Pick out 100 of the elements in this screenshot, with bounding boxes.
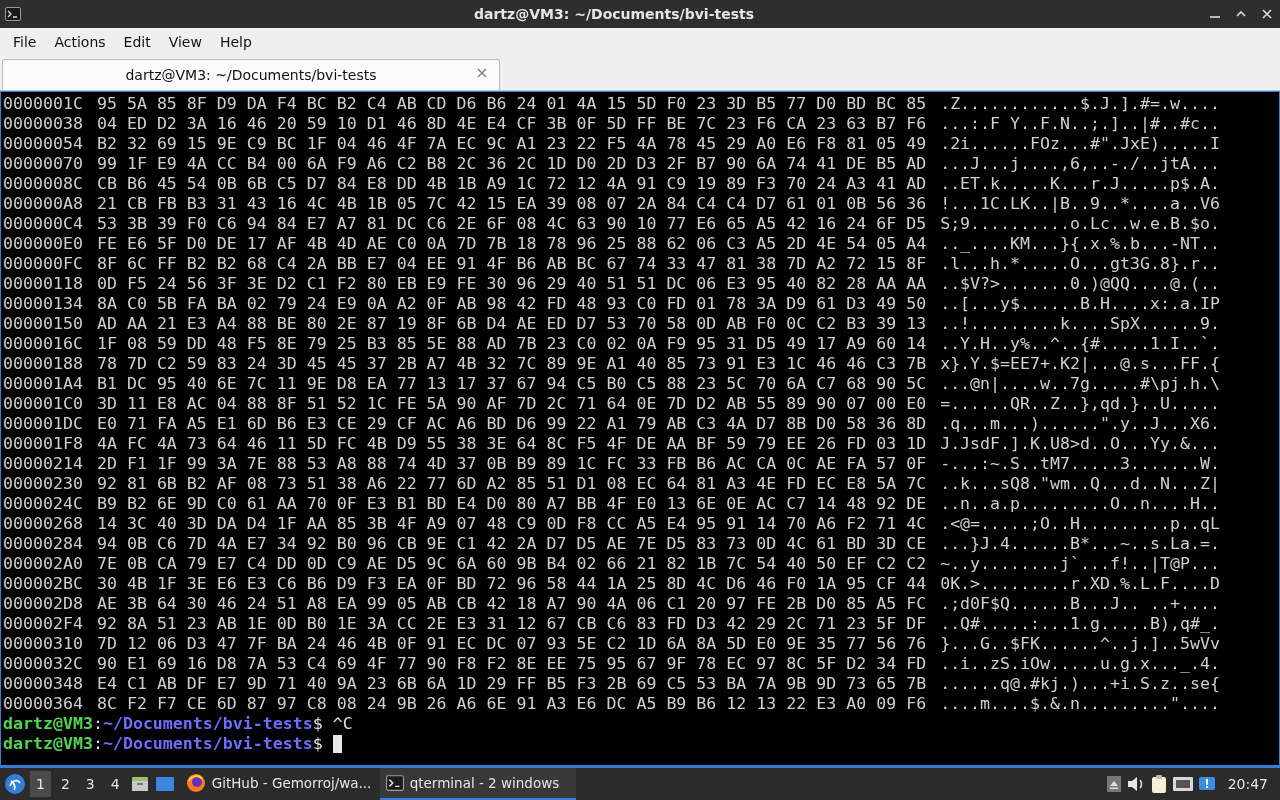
terminal-icon bbox=[385, 774, 404, 792]
prompt-user: dartz@VM3 bbox=[3, 734, 93, 754]
ascii-text: .<@=.....;O..H.........p..qL bbox=[940, 514, 1220, 534]
menu-item[interactable]: Actions bbox=[45, 34, 115, 50]
hex-offset: 00000364 bbox=[3, 694, 83, 714]
network-icon[interactable] bbox=[1171, 775, 1194, 793]
hex-bytes: 3D 11 E8 AC 04 88 8F 51 52 1C FE 5A 90 AF 7D 2C 71 64 0E 7D D2 AB 55 89 90 07 00 E0 bbox=[96, 394, 927, 414]
hex-offset: 0000008C bbox=[3, 174, 83, 194]
hex-bytes: 7E 0B CA 79 E7 C4 DD 0D C9 AE D5 9C 6A 60 9B B4 02 66 21 82 1B 7C 54 40 50 EF C2 C2 bbox=[96, 554, 927, 574]
hex-bytes: 04 ED D2 3A 16 46 20 59 10 D1 46 8D 4E E4 CF 3B 0F 5D FF BE 7C 23 F6 CA 23 63 B7 F6 bbox=[96, 114, 927, 134]
hex-offset: 000002A0 bbox=[3, 554, 83, 574]
hex-bytes: 21 CB FB B3 31 43 16 4C 4B 1B 05 7C 42 15 EA 39 08 07 2A 84 C4 C4 D7 61 01 0B 56 36 bbox=[96, 194, 927, 214]
prompt-separator: : bbox=[92, 734, 103, 754]
hex-bytes: B1 DC 95 40 6E 7C 11 9E D8 EA 77 13 17 37 67 94 C5 B0 C5 88 23 5C 70 6A C7 68 90 5C bbox=[96, 374, 927, 394]
ascii-text: ..k...sQ8."wm..Q...d..N...Z| bbox=[940, 474, 1220, 494]
ascii-text: ..ET.k.....K...r.J.....p$.A. bbox=[940, 174, 1220, 194]
ascii-text: ....m....$.&.n.........".... bbox=[940, 694, 1220, 714]
start-menu-icon[interactable] bbox=[4, 773, 26, 795]
hex-bytes: FE E6 5F D0 DE 17 AF 4B 4D AE C0 0A 7D 7B 18 78 96 25 88 62 06 C3 A5 2D 4E 54 05 A4 bbox=[96, 234, 927, 254]
ascii-text: ..[...y$......B.H....x:.a.IP bbox=[940, 294, 1220, 314]
close-icon[interactable] bbox=[1261, 8, 1273, 20]
ascii-text: ...J...j....,6,..-./..jtA... bbox=[940, 154, 1220, 174]
menu-item[interactable]: View bbox=[159, 34, 211, 50]
hex-offset: 000002BC bbox=[3, 574, 83, 594]
hex-bytes: 94 0B C6 7D 4A E7 34 92 B0 96 CB 9E C1 42 2A D7 D5 AE 7E D5 83 73 0D 4C 61 BD 3D CE bbox=[96, 534, 927, 554]
hex-offset: 00000134 bbox=[3, 294, 83, 314]
prompt-symbol: $ bbox=[312, 734, 323, 754]
ascii-text: =......QR..Z..},qd.}..U..... bbox=[940, 394, 1220, 414]
ascii-text: ..Y.H..y%..^..{#.....1.I..`. bbox=[940, 334, 1220, 354]
hex-bytes: 92 81 6B B2 AF 08 73 51 38 A6 22 77 6D A2 85 51 D1 08 EC 64 81 A3 4E FD EC E8 5A 7C bbox=[96, 474, 927, 494]
clock[interactable]: 20:47 bbox=[1227, 776, 1268, 792]
file-manager-icon[interactable] bbox=[129, 774, 150, 794]
hex-bytes: 78 7D C2 59 83 24 3D 45 45 37 2B A7 4B 32 7C 89 9E A1 40 85 73 91 E3 1C 46 46 C3 7B bbox=[96, 354, 927, 374]
ascii-text: J.JsdF.].K.U8>d..O...Yy.&... bbox=[940, 434, 1220, 454]
terminal-icon bbox=[5, 6, 21, 22]
hex-offset: 000001A4 bbox=[3, 374, 83, 394]
ascii-text: }...G..$FK......^..j.]..5wVv bbox=[940, 634, 1220, 654]
hex-offset: 000000E0 bbox=[3, 234, 83, 254]
hex-offset: 00000268 bbox=[3, 514, 83, 534]
command-text: ^C bbox=[332, 714, 353, 734]
hex-offset: 00000038 bbox=[3, 114, 83, 134]
hex-bytes: B2 32 69 15 9E C9 BC 1F 04 46 4F 7A EC 9C A1 23 22 F5 4A 78 45 29 A0 E6 F8 81 05 49 bbox=[96, 134, 927, 154]
ascii-text: ..n..a.p.........O..n....H.. bbox=[940, 494, 1220, 514]
hex-offset: 0000024C bbox=[3, 494, 83, 514]
menu-item[interactable]: Help bbox=[210, 34, 261, 50]
ascii-text: !...1C.LK..|B..9..*....a..V6 bbox=[940, 194, 1220, 214]
ascii-text: ...:.F Y..F.N..;.]..|#..#c.. bbox=[940, 114, 1220, 134]
hex-bytes: 53 3B 39 F0 C6 94 84 E7 A7 81 DC C6 2E 6F 08 4C 63 90 10 77 E6 65 A5 42 16 24 6F D5 bbox=[96, 214, 927, 234]
menu-item[interactable]: Edit bbox=[114, 34, 160, 50]
ascii-text: .Z............$.J.].#=.w.... bbox=[940, 94, 1220, 114]
ascii-text: ......q@.#kj.)...+i.S.z..se{ bbox=[940, 674, 1220, 694]
hex-offset: 00000188 bbox=[3, 354, 83, 374]
prompt-separator: : bbox=[92, 714, 103, 734]
hex-bytes: CB B6 45 54 0B 6B C5 D7 84 E8 DD 4B 1B A9 1C 72 12 4A 91 C9 19 89 F3 70 24 A3 41 AD bbox=[96, 174, 927, 194]
desktop-icon[interactable] bbox=[153, 774, 176, 794]
hex-bytes: 2D F1 1F 99 3A 7E 88 53 A8 88 74 4D 37 0B B9 89 1C FC 33 FB B6 AC CA 0C AE FA 57 0F bbox=[96, 454, 927, 474]
hex-offset: 00000348 bbox=[3, 674, 83, 694]
hex-offset: 00000150 bbox=[3, 314, 83, 334]
hex-offset: 00000214 bbox=[3, 454, 83, 474]
hex-offset: 0000016C bbox=[3, 334, 83, 354]
hex-bytes: 99 1F E9 4A CC B4 00 6A F9 A6 C2 B8 2C 36 2C 1D D0 2D D3 2F B7 90 6A 74 41 DE B5 AD bbox=[96, 154, 927, 174]
menu-item[interactable]: File bbox=[4, 34, 46, 50]
ascii-text: .._....KM...}{.x.%.b...-NT.. bbox=[940, 234, 1220, 254]
ascii-text: 0K.>.........r.XD.%.L.F....D bbox=[940, 574, 1220, 594]
hex-offset: 00000118 bbox=[3, 274, 83, 294]
hex-offset: 00000054 bbox=[3, 134, 83, 154]
taskbar-window-button[interactable]: GitHub - Gemorroj/wa... bbox=[179, 768, 376, 800]
hex-bytes: 90 E1 69 16 D8 7A 53 C4 69 4F 77 90 F8 F2 8E EE 75 95 67 9F 78 EC 97 8C 5F D2 34 FD bbox=[96, 654, 927, 674]
ascii-text: ...@n|....w..7g.....#\pj.h.\ bbox=[940, 374, 1220, 394]
hex-offset: 0000032C bbox=[3, 654, 83, 674]
close-icon[interactable] bbox=[475, 66, 489, 80]
workspace-button[interactable]: 3 bbox=[79, 771, 101, 797]
taskbar-window-button[interactable]: qterminal - 2 windows bbox=[379, 768, 576, 800]
hex-offset: 000001C0 bbox=[3, 394, 83, 414]
workspace-button[interactable]: 1 bbox=[30, 771, 51, 797]
browser-icon bbox=[185, 773, 206, 793]
workspace-button[interactable]: 4 bbox=[104, 771, 126, 797]
hex-offset: 000001F8 bbox=[3, 434, 83, 454]
hex-offset: 000000FC bbox=[3, 254, 83, 274]
prompt-symbol: $ bbox=[312, 714, 323, 734]
workspace-button[interactable]: 2 bbox=[54, 771, 76, 797]
hex-offset: 000000C4 bbox=[3, 214, 83, 234]
hex-bytes: 0D F5 24 56 3F 3E D2 C1 F2 80 EB E9 FE 30 96 29 40 51 51 DC 06 E3 95 40 82 28 AA AA bbox=[96, 274, 927, 294]
hex-bytes: 7D 12 06 D3 47 7F BA 24 46 4B 0F 91 EC DC 07 93 5E C2 1D 6A 8A 5D E0 9E 35 77 56 76 bbox=[96, 634, 927, 654]
hex-bytes: 92 8A 51 23 AB 1E 0D B0 1E 3A CC 2E E3 31 12 67 CB C6 83 FD D3 42 29 2C 71 23 5F DF bbox=[96, 614, 927, 634]
hex-offset: 000000A8 bbox=[3, 194, 83, 214]
hex-bytes: 30 4B 1F 3E E6 E3 C6 B6 D9 F3 EA 0F BD 72 96 58 44 1A 25 8D 4C D6 46 F0 1A 95 CF 44 bbox=[96, 574, 927, 594]
eject-icon[interactable] bbox=[1105, 775, 1122, 793]
prompt-path: ~/Documents/bvi-tests bbox=[102, 714, 313, 734]
window-title: dartz@VM3: ~/Documents/bvi-tests bbox=[472, 6, 755, 22]
hex-offset: 000002D8 bbox=[3, 594, 83, 614]
ascii-text: ~..y........j`...f!..|T@P... bbox=[940, 554, 1220, 574]
prompt-path: ~/Documents/bvi-tests bbox=[102, 734, 313, 754]
clipboard-icon[interactable] bbox=[1149, 774, 1168, 794]
hex-bytes: E0 71 FA A5 E1 6D B6 E3 CE 29 CF AC A6 BD D6 99 22 A1 79 AB C3 4A D7 8B D0 58 36 8D bbox=[96, 414, 927, 434]
hex-bytes: 95 5A 85 8F D9 DA F4 BC B2 C4 AB CD D6 B6 24 01 4A 15 5D F0 23 3D B5 77 D0 BD BC 85 bbox=[96, 94, 927, 114]
hex-offset: 00000284 bbox=[3, 534, 83, 554]
hex-bytes: 8F 6C FF B2 B2 68 C4 2A BB E7 04 EE 91 4F B6 AB BC 67 74 33 47 81 38 7D A2 72 15 8F bbox=[96, 254, 927, 274]
ascii-text: .l...h.*.....O...gt3G.8}.r.. bbox=[940, 254, 1220, 274]
terminal-tab[interactable]: dartz@VM3: ~/Documents/bvi-tests bbox=[2, 59, 500, 90]
